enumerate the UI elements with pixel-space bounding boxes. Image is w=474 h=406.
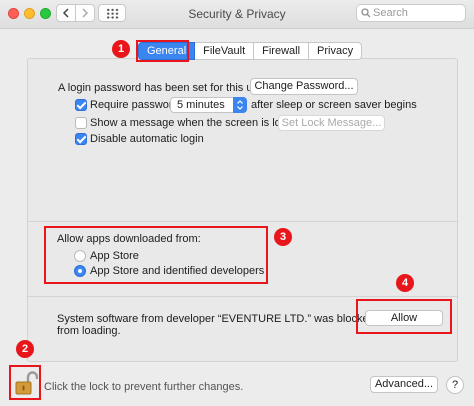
chevron-left-icon xyxy=(62,8,69,18)
set-lock-message-button[interactable]: Set Lock Message... xyxy=(278,115,385,131)
close-window-button[interactable] xyxy=(8,8,19,19)
lock-icon[interactable] xyxy=(14,370,39,396)
minimize-window-button[interactable] xyxy=(24,8,35,19)
annotation-badge-4: 4 xyxy=(396,274,414,292)
grid-icon xyxy=(106,8,119,19)
show-message-checkbox[interactable] xyxy=(75,117,87,129)
zoom-window-button[interactable] xyxy=(40,8,51,19)
disable-auto-login-label: Disable automatic login xyxy=(90,133,204,145)
lock-hint-text: Click the lock to prevent further change… xyxy=(44,381,244,393)
show-message-label: Show a message when the screen is locked xyxy=(90,117,305,129)
search-icon xyxy=(361,8,371,18)
password-interval-select[interactable]: 5 minutes xyxy=(170,97,247,113)
chevron-right-icon xyxy=(82,8,89,18)
help-button[interactable]: ? xyxy=(446,376,464,394)
stepper-icon xyxy=(233,97,247,113)
window-title: Security & Privacy xyxy=(188,7,286,21)
tab-firewall[interactable]: Firewall xyxy=(254,42,310,60)
disable-auto-login-checkbox[interactable] xyxy=(75,133,87,145)
password-interval-value: 5 minutes xyxy=(177,99,225,111)
require-password-checkbox[interactable] xyxy=(75,99,87,111)
annotation-badge-1: 1 xyxy=(112,40,130,58)
require-password-label: Require password xyxy=(90,99,179,111)
highlight-box-allow-apps xyxy=(44,226,268,284)
back-button[interactable] xyxy=(56,4,76,22)
require-password-suffix: after sleep or screen saver begins xyxy=(251,99,417,111)
change-password-button[interactable]: Change Password... xyxy=(250,78,358,95)
annotation-badge-3: 3 xyxy=(274,228,292,246)
annotation-badge-2: 2 xyxy=(16,340,34,358)
blocked-message-line-2: from loading. xyxy=(57,325,121,337)
search-placeholder: Search xyxy=(373,7,408,19)
tab-privacy[interactable]: Privacy xyxy=(309,42,363,60)
show-all-button[interactable] xyxy=(98,4,126,22)
section-divider xyxy=(28,221,457,222)
password-set-text: A login password has been set for this u… xyxy=(58,82,268,94)
blocked-message-line-1: System software from developer “EVENTURE… xyxy=(57,313,375,325)
advanced-button[interactable]: Advanced... xyxy=(370,376,438,393)
highlight-box-allow xyxy=(356,299,452,334)
search-field[interactable]: Search xyxy=(356,4,466,22)
section-divider xyxy=(28,296,457,297)
tab-filevault[interactable]: FileVault xyxy=(195,42,255,60)
forward-button[interactable] xyxy=(75,4,95,22)
highlight-box-general-tab xyxy=(136,40,189,62)
